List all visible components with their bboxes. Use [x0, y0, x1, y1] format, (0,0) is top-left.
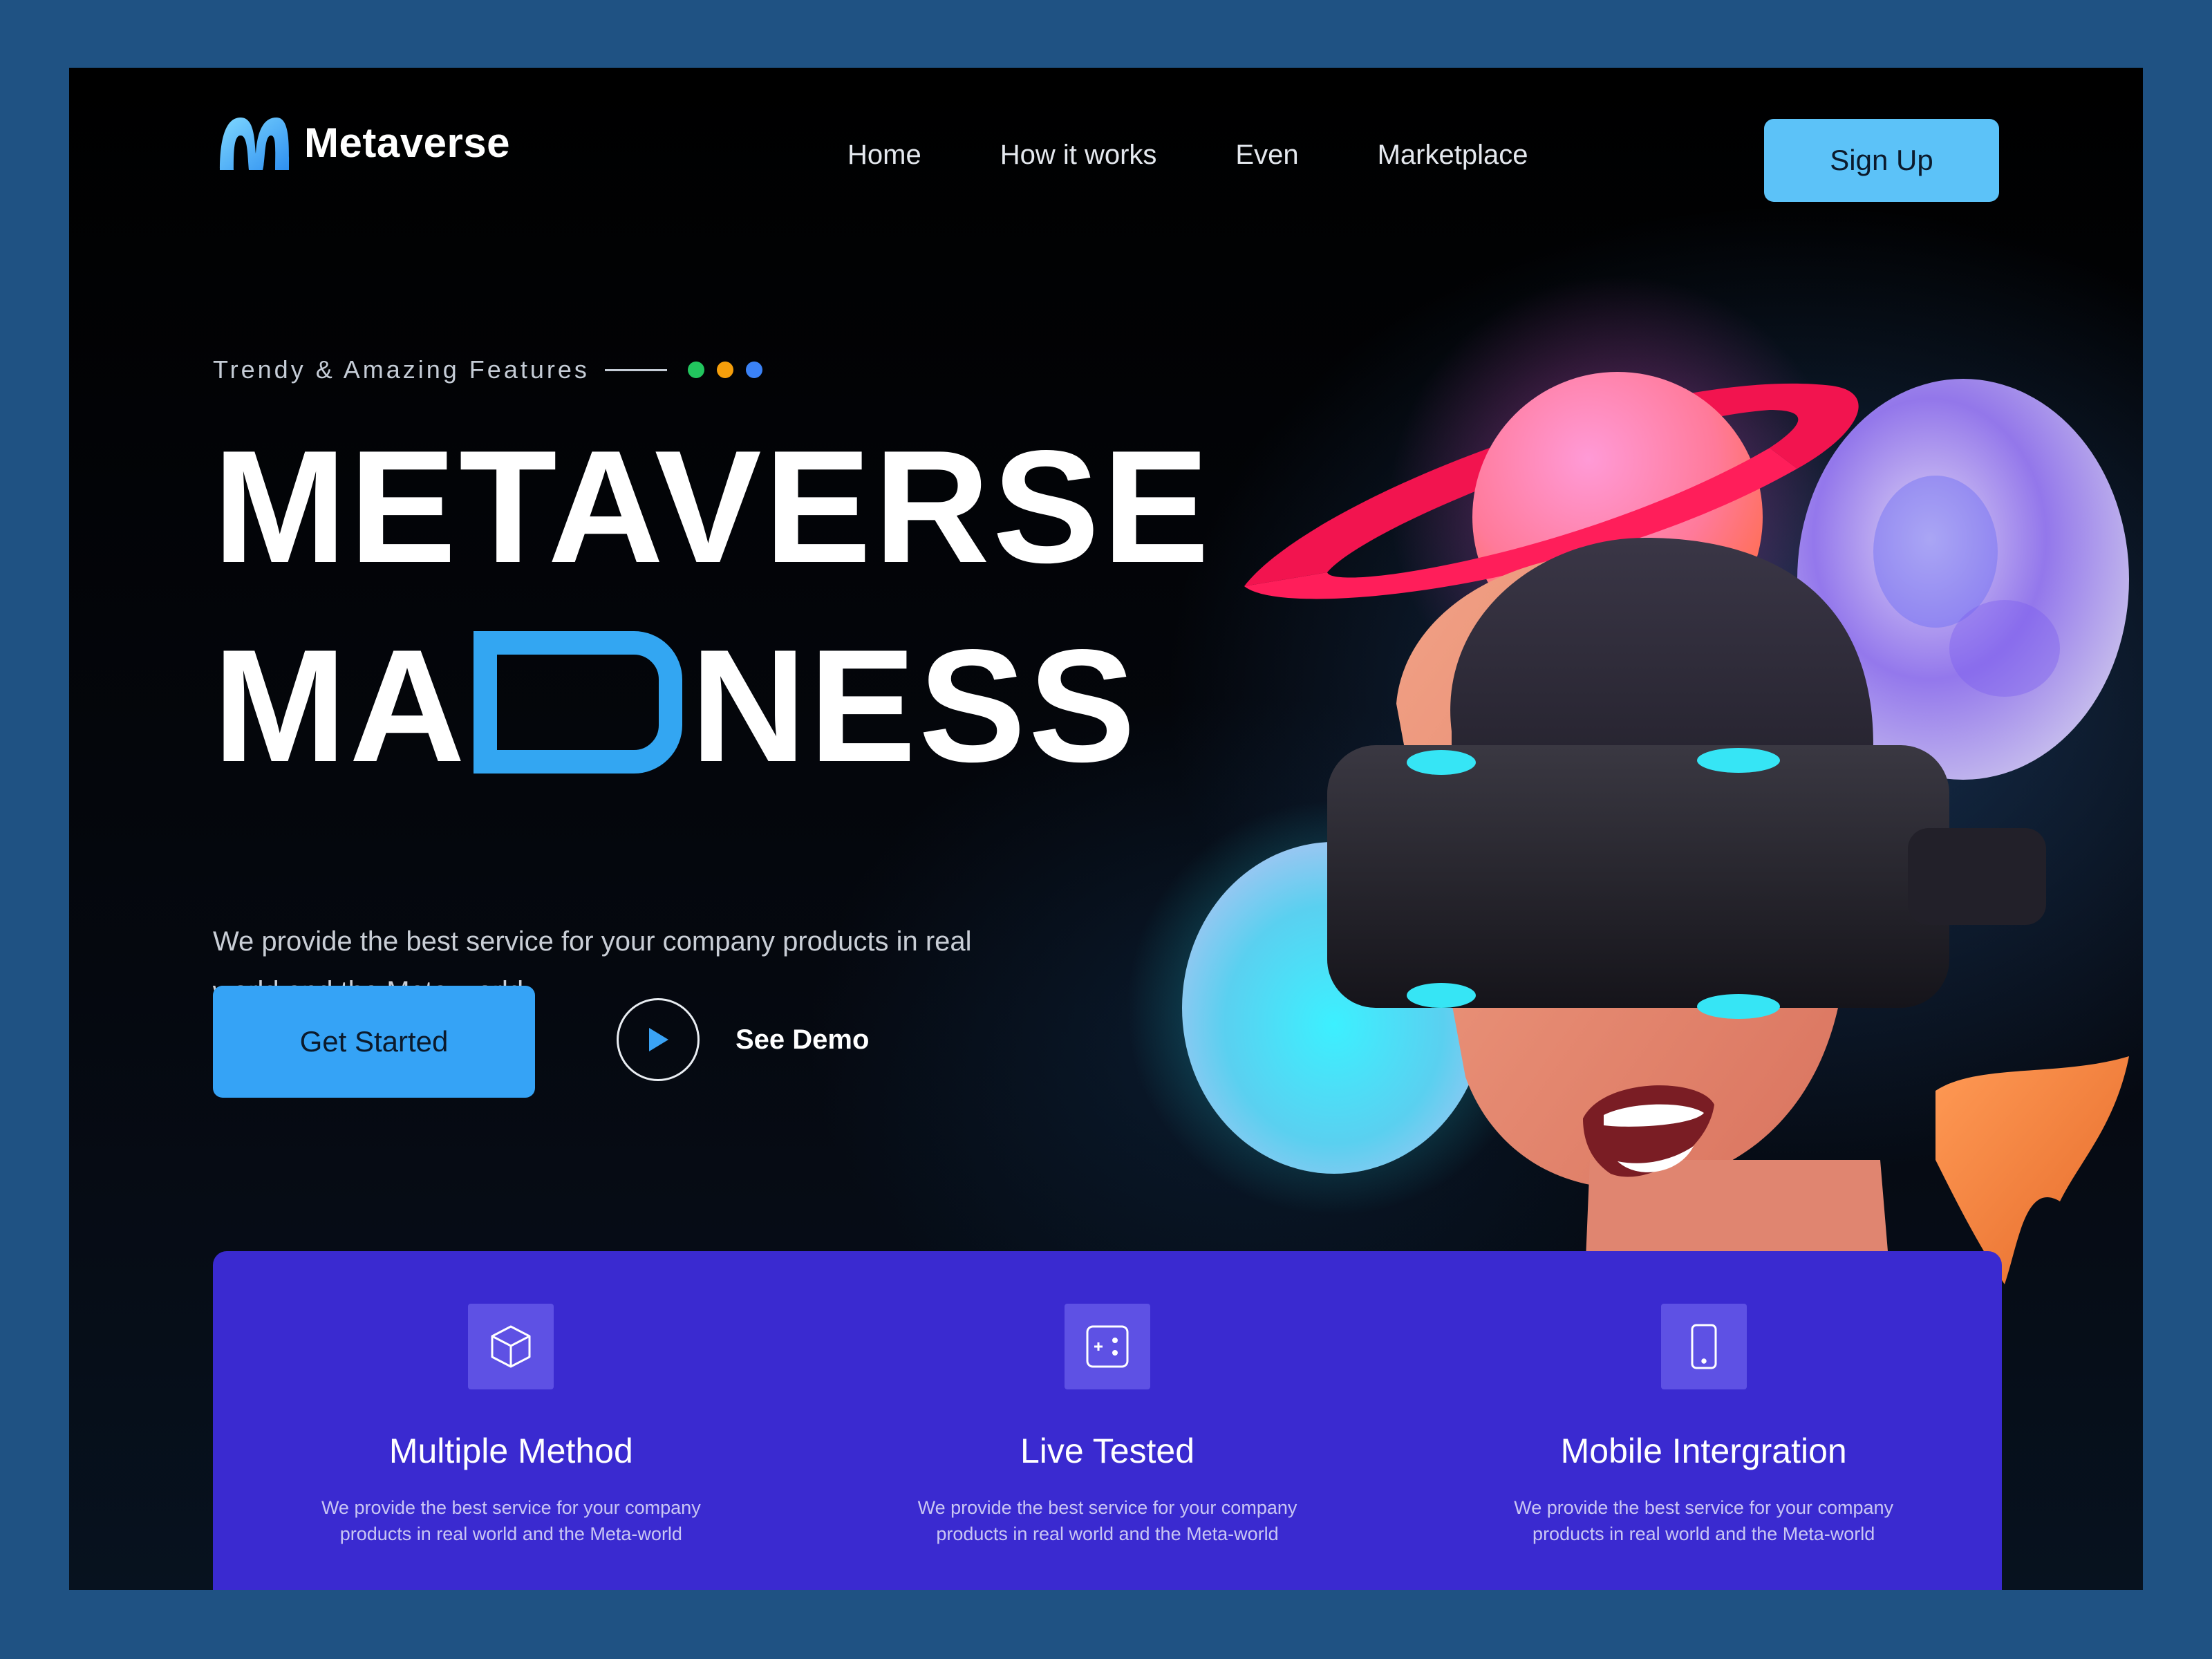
brand-logo[interactable]: Metaverse — [213, 112, 510, 173]
feature-title: Live Tested — [1020, 1432, 1195, 1470]
brand-name: Metaverse — [304, 119, 511, 166]
smartphone-icon — [1660, 1304, 1747, 1389]
nav-item-marketplace[interactable]: Marketplace — [1378, 140, 1528, 171]
see-demo-button[interactable]: See Demo — [617, 998, 869, 1081]
dice-icon — [1065, 1304, 1150, 1389]
feature-card: Live Tested We provide the best service … — [809, 1251, 1406, 1590]
feature-title: Multiple Method — [388, 1432, 633, 1470]
feature-card: Mobile Intergration We provide the best … — [1405, 1251, 2002, 1590]
play-icon[interactable] — [617, 998, 700, 1081]
headline-line-1: METAVERSE — [213, 418, 1212, 597]
green-dot — [687, 362, 704, 378]
features-panel: Multiple Method We provide the best serv… — [213, 1251, 2002, 1590]
nav-item-home[interactable]: Home — [847, 140, 921, 171]
blue-dot — [745, 362, 762, 378]
feature-title: Mobile Intergration — [1560, 1432, 1847, 1470]
orange-dot — [716, 362, 733, 378]
eyebrow-divider — [604, 368, 667, 371]
d-pill-shape — [473, 631, 682, 774]
feature-desc: We provide the best service for your com… — [917, 1497, 1297, 1544]
get-started-button[interactable]: Get Started — [213, 986, 535, 1098]
cube-icon — [468, 1304, 554, 1389]
headline-prefix: MA — [213, 617, 468, 796]
feature-card: Multiple Method We provide the best serv… — [213, 1251, 809, 1590]
eyebrow: Trendy & Amazing Features — [213, 355, 762, 384]
main-nav: Home How it works Even Marketplace — [847, 140, 1528, 171]
nav-item-even[interactable]: Even — [1235, 140, 1298, 171]
eyebrow-text: Trendy & Amazing Features — [213, 355, 590, 384]
feature-desc: We provide the best service for your com… — [321, 1497, 701, 1544]
hero-illustration — [1127, 275, 2129, 1326]
landing-page-frame: Metaverse Home How it works Even Marketp… — [69, 68, 2143, 1590]
nav-item-how-it-works[interactable]: How it works — [1000, 140, 1157, 171]
sign-up-button[interactable]: Sign Up — [1764, 119, 1999, 202]
headline-line-2: MA NESS — [213, 626, 1138, 787]
headline-suffix: NESS — [690, 617, 1138, 796]
m-wave-logo-icon — [220, 118, 290, 170]
feature-desc: We provide the best service for your com… — [1514, 1497, 1894, 1544]
see-demo-label[interactable]: See Demo — [735, 1024, 869, 1056]
